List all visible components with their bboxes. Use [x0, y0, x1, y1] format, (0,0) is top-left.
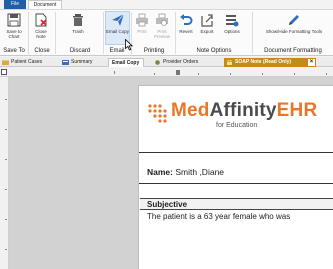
name-label: Name: — [147, 167, 173, 177]
doc-tab-label: Patient Cases — [11, 59, 43, 65]
logo-subtitle: for Education — [216, 122, 258, 129]
divider — [139, 183, 333, 184]
doc-tab-label: Email Copy — [112, 60, 140, 66]
subjective-text: The patient is a 63 year female who was — [147, 212, 291, 221]
tab-file[interactable]: File — [4, 0, 26, 9]
print-button[interactable]: Print — [133, 10, 151, 46]
print-preview-button[interactable]: Print Preview — [151, 10, 173, 46]
logo-wordmark: MedAffinityEHR — [171, 100, 317, 122]
summary-icon — [62, 60, 69, 65]
ruler-tick — [5, 129, 7, 130]
logo-mark-icon — [148, 104, 167, 123]
save-to-chart-label: Save to Chart — [6, 29, 22, 39]
print-preview-icon — [156, 13, 168, 26]
ribbon-tabstrip: File Document — [0, 0, 333, 9]
undo-icon — [180, 14, 193, 25]
show-hide-formatting-button[interactable]: Show/Hide Formatting Tools — [262, 10, 326, 46]
doc-tab-label: Summary — [71, 59, 93, 65]
group-label-note-options: Note Options — [196, 48, 232, 54]
doc-tab-email-copy[interactable]: Email Copy — [108, 58, 144, 67]
ruler-tick — [154, 73, 155, 75]
pen-icon — [289, 15, 299, 25]
ruler-tick — [5, 99, 7, 100]
logo-ehr: EHR — [276, 100, 318, 121]
vertical-ruler[interactable] — [0, 77, 9, 269]
send-icon — [111, 13, 124, 26]
ruler-tick — [294, 73, 295, 75]
print-label: Print — [137, 29, 147, 34]
doc-tab-label: SOAP Note (Read Only) — [235, 59, 292, 65]
ruler-tick — [326, 73, 327, 75]
group-label-document-formatting: Document Formatting — [264, 48, 322, 54]
save-to-chart-button[interactable]: Save to Chart — [2, 10, 26, 46]
ruler-tick — [5, 219, 7, 220]
doc-tab-summary[interactable]: Summary — [60, 58, 106, 67]
medaffinity-logo: MedAffinityEHR for Education — [147, 100, 317, 136]
horizontal-ruler[interactable] — [0, 68, 333, 77]
divider — [139, 152, 333, 153]
ruler-tick — [5, 159, 7, 160]
revert-button[interactable]: Revert — [176, 10, 196, 46]
patient-name: Smith ,Diane — [175, 167, 225, 177]
logo-med: Med — [171, 100, 210, 121]
tab-document[interactable]: Document — [28, 0, 62, 9]
ruler-tick — [262, 73, 263, 75]
close-note-icon — [35, 13, 47, 27]
group-separator — [55, 12, 56, 54]
export-label: Export — [200, 29, 214, 34]
revert-label: Revert — [179, 29, 193, 34]
logo-affinity: Affinity — [209, 100, 277, 121]
email-copy-label: Email Copy — [106, 29, 130, 34]
ruler-tick — [230, 73, 231, 75]
close-note-label: Close Note — [35, 29, 47, 39]
lock-icon — [227, 60, 232, 65]
document-page[interactable]: MedAffinityEHR for Education Name: Smith… — [138, 85, 333, 269]
show-hide-formatting-label: Show/Hide Formatting Tools — [265, 29, 323, 34]
ruler-corner-icon[interactable] — [1, 69, 7, 75]
doc-tab-provider-orders[interactable]: Provider Orders — [152, 58, 216, 67]
group-separator — [28, 12, 29, 54]
trash-icon — [73, 14, 83, 26]
export-button[interactable]: Export — [197, 10, 217, 46]
ruler-tick — [5, 249, 7, 250]
group-label-save-to: Save To — [3, 48, 25, 54]
doc-tab-soap-note[interactable]: SOAP Note (Read Only) × — [224, 58, 316, 67]
export-icon — [201, 14, 213, 27]
group-label-printing: Printing — [143, 48, 165, 54]
patient-name-line: Name: Smith ,Diane — [147, 167, 224, 177]
options-icon — [226, 15, 239, 27]
options-button[interactable]: Options — [220, 10, 244, 46]
document-tabbar: Patient Cases Summary Email Copy Provide… — [0, 57, 333, 67]
options-label: Options — [224, 29, 240, 34]
ribbon: Save to Chart Close Note Trash Email Cop… — [0, 9, 333, 56]
doc-tab-patient-cases[interactable]: Patient Cases — [0, 58, 58, 67]
trash-button[interactable]: Trash — [65, 10, 91, 46]
editor-area: MedAffinityEHR for Education Name: Smith… — [0, 68, 333, 269]
group-label-close: Close — [34, 48, 50, 54]
section-heading-subjective: Subjective — [140, 198, 333, 210]
close-icon[interactable]: × — [308, 59, 315, 66]
mouse-cursor-icon — [125, 39, 133, 51]
doc-tab-label: Provider Orders — [163, 59, 199, 65]
folder-icon — [2, 60, 9, 65]
indent-marker[interactable] — [176, 70, 180, 75]
ruler-tick — [5, 189, 7, 190]
trash-label: Trash — [72, 29, 84, 34]
save-icon — [7, 13, 21, 27]
orders-icon — [155, 60, 160, 65]
ruler-tick — [198, 73, 199, 75]
print-preview-label: Print Preview — [153, 29, 170, 39]
close-note-button[interactable]: Close Note — [30, 10, 52, 46]
printer-icon — [136, 13, 148, 27]
group-label-discard: Discard — [69, 48, 91, 54]
ruler-tick — [114, 71, 115, 74]
